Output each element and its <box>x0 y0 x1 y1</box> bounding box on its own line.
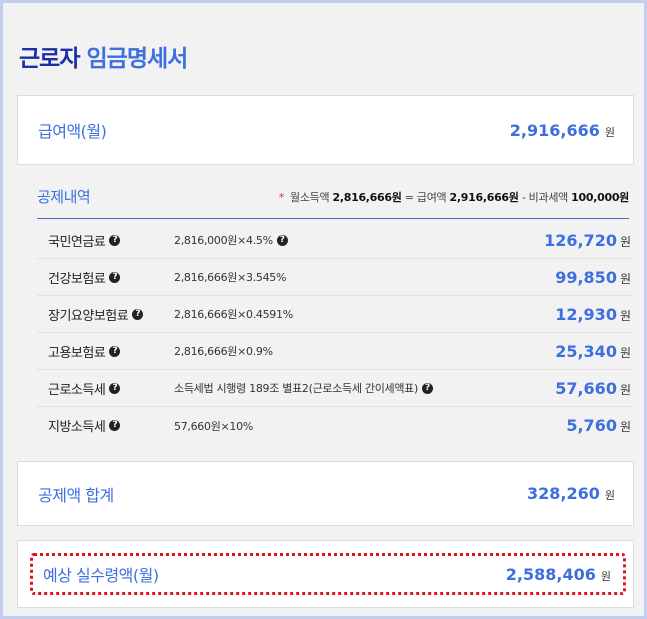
deduction-row: 지방소득세? 57,660원×10% 5,760 원 <box>37 407 633 444</box>
total-deduction-card: 공제액 합계 328,260 원 <box>17 461 634 526</box>
deduction-amount-value: 99,850 <box>555 267 617 287</box>
question-circle-icon[interactable]: ? <box>109 345 121 357</box>
deduction-name-text: 고용보험료 <box>48 345 106 361</box>
deduction-name-text: 국민연금료 <box>48 234 106 250</box>
deduction-name: 지방소득세? <box>48 416 174 435</box>
deduction-name: 장기요양보험료? <box>48 305 174 324</box>
deduction-amount: 126,720 원 <box>544 231 633 250</box>
question-circle-icon[interactable]: ? <box>132 308 144 320</box>
deduction-formula-text: 2,816,000원×4.5% <box>174 234 273 247</box>
deduction-name-text: 장기요양보험료 <box>48 308 129 324</box>
deduction-amount-value: 126,720 <box>544 230 617 250</box>
deduction-title: 공제내역 <box>37 188 91 206</box>
monthly-pay-card: 급여액(월) 2,916,666 원 <box>17 95 634 165</box>
note-value-1: 2,816,666원 <box>332 190 402 204</box>
question-circle-icon[interactable]: ? <box>109 382 121 394</box>
deduction-formula-text: 2,816,666원×3.545% <box>174 271 287 284</box>
deduction-header: 공제내역 * 월소득액 2,816,666원 = 급여액 2,916,666원 -… <box>37 175 629 219</box>
deduction-amount-unit: 원 <box>619 271 631 286</box>
monthly-pay-amount: 2,916,666 <box>509 120 600 140</box>
note-value-3: 100,000원 <box>571 190 629 204</box>
deduction-amount: 25,340 원 <box>555 342 633 361</box>
deduction-formula: 소득세법 시행령 189조 별표2(근로소득세 간이세액표)? <box>174 380 555 396</box>
deduction-formula: 2,816,000원×4.5%? <box>174 232 544 248</box>
deduction-row: 근로소득세? 소득세법 시행령 189조 별표2(근로소득세 간이세액표)? 5… <box>37 370 633 407</box>
deduction-amount-unit: 원 <box>619 382 631 397</box>
deduction-formula: 2,816,666원×3.545% <box>174 269 555 285</box>
note-text-1: 월소득액 <box>290 190 330 204</box>
net-pay-card: 예상 실수령액(월) 2,588,406 원 <box>17 540 634 608</box>
deduction-name-text: 지방소득세 <box>48 420 106 435</box>
deduction-row: 장기요양보험료? 2,816,666원×0.4591% 12,930 원 <box>37 296 633 333</box>
deduction-amount-unit: 원 <box>619 420 631 434</box>
deduction-formula-text: 2,816,666원×0.4591% <box>174 308 293 321</box>
deduction-amount: 5,760 원 <box>566 416 633 435</box>
deduction-list: 국민연금료? 2,816,000원×4.5%? 126,720 원 건강보험료? … <box>37 222 633 444</box>
deduction-amount-value: 25,340 <box>555 341 617 361</box>
total-deduction-label: 공제액 합계 <box>38 485 114 505</box>
deduction-amount: 99,850 원 <box>555 268 633 287</box>
note-star: * <box>278 190 285 204</box>
deduction-amount-value: 12,930 <box>555 304 617 324</box>
deduction-name-text: 근로소득세 <box>48 382 106 398</box>
page-title: 근로자 임금명세서 <box>19 39 189 73</box>
deduction-name-text: 건강보험료 <box>48 271 106 287</box>
deduction-amount-value: 57,660 <box>555 378 617 398</box>
deduction-name: 근로소득세? <box>48 379 174 398</box>
total-deduction-unit: 원 <box>604 489 615 502</box>
deduction-row: 건강보험료? 2,816,666원×3.545% 99,850 원 <box>37 259 633 296</box>
page-title-secondary: 임금명세서 <box>86 46 189 72</box>
deduction-name: 건강보험료? <box>48 268 174 287</box>
net-pay-highlight: 예상 실수령액(월) 2,588,406 원 <box>30 553 626 595</box>
deduction-amount-unit: 원 <box>619 234 631 249</box>
deduction-row: 국민연금료? 2,816,000원×4.5%? 126,720 원 <box>37 222 633 259</box>
question-circle-icon[interactable]: ? <box>421 382 433 394</box>
net-pay-unit: 원 <box>600 569 611 583</box>
note-text-2: = 급여액 <box>404 190 447 204</box>
net-pay-value: 2,588,406 원 <box>506 565 611 584</box>
deduction-formula: 2,816,666원×0.9% <box>174 343 555 359</box>
monthly-pay-value: 2,916,666 원 <box>510 121 615 140</box>
deduction-amount: 12,930 원 <box>555 305 633 324</box>
deduction-formula-text: 소득세법 시행령 189조 별표2(근로소득세 간이세액표) <box>174 382 418 395</box>
deduction-formula: 2,816,666원×0.4591% <box>174 306 555 322</box>
deduction-formula: 57,660원×10% <box>174 418 566 434</box>
deduction-amount: 57,660 원 <box>555 379 633 398</box>
deduction-name: 고용보험료? <box>48 342 174 361</box>
note-text-3: - 비과세액 <box>521 190 568 204</box>
net-pay-amount: 2,588,406 <box>505 564 596 584</box>
net-pay-label: 예상 실수령액(월) <box>43 566 159 585</box>
question-circle-icon[interactable]: ? <box>109 271 121 283</box>
deduction-name: 국민연금료? <box>48 231 174 250</box>
deduction-row: 고용보험료? 2,816,666원×0.9% 25,340 원 <box>37 333 633 370</box>
deduction-formula-text: 2,816,666원×0.9% <box>174 345 273 358</box>
deduction-amount-value: 5,760 <box>566 416 617 435</box>
question-circle-icon[interactable]: ? <box>109 234 121 246</box>
question-circle-icon[interactable]: ? <box>276 234 288 246</box>
total-deduction-value: 328,260 원 <box>527 484 615 503</box>
deduction-note: * 월소득액 2,816,666원 = 급여액 2,916,666원 - 비과세액… <box>279 189 629 205</box>
monthly-pay-label: 급여액(월) <box>38 122 107 141</box>
question-circle-icon[interactable]: ? <box>109 420 121 431</box>
deduction-amount-unit: 원 <box>619 345 631 360</box>
note-value-2: 2,916,666원 <box>449 190 519 204</box>
total-deduction-amount: 328,260 <box>527 484 600 503</box>
monthly-pay-unit: 원 <box>604 125 615 139</box>
deduction-formula-text: 57,660원×10% <box>174 419 253 433</box>
page-title-primary: 근로자 <box>19 46 80 72</box>
deduction-amount-unit: 원 <box>619 308 631 323</box>
